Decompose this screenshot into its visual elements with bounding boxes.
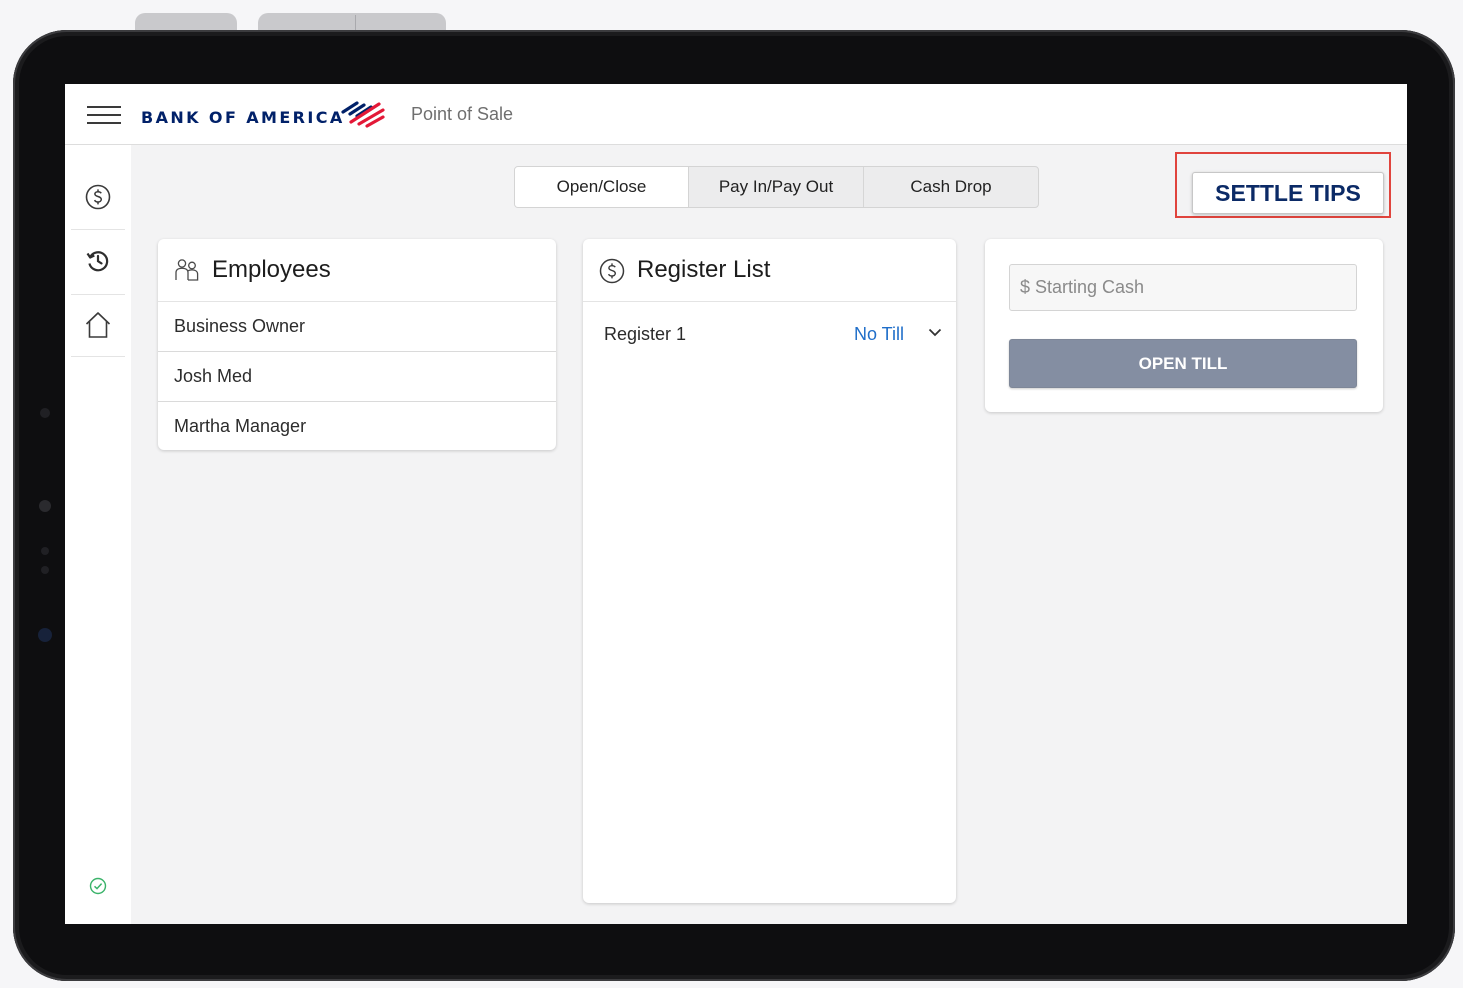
register-list-card: Register List Register 1 No Till (583, 239, 956, 903)
brand-flag-icon (341, 101, 385, 128)
dollar-circle-icon (85, 184, 111, 210)
employee-row[interactable]: Martha Manager (158, 402, 556, 451)
employee-row[interactable]: Josh Med (158, 352, 556, 402)
register-row[interactable]: Register 1 No Till (583, 302, 956, 364)
employee-row[interactable]: Business Owner (158, 302, 556, 352)
sensor-dot (41, 566, 49, 574)
employees-header: Employees (158, 239, 556, 302)
sidebar-divider (71, 356, 125, 357)
brand-logo-text: BANK OF AMERICA (141, 108, 345, 127)
history-icon (86, 251, 109, 272)
sensor-dot (40, 408, 50, 418)
check-circle-icon (89, 877, 107, 895)
employees-card: Employees Business Owner Josh Med Martha… (158, 239, 556, 450)
front-camera-lens (38, 628, 52, 642)
tab-cash-drop[interactable]: Cash Drop (864, 167, 1038, 207)
register-name: Register 1 (604, 324, 687, 344)
employee-name: Martha Manager (174, 416, 307, 436)
open-till-button[interactable]: OPEN TILL (1009, 339, 1357, 388)
employee-name: Business Owner (174, 316, 306, 336)
register-list-title: Register List (637, 256, 771, 283)
settle-tips-button[interactable]: SETTLE TIPS (1192, 172, 1384, 214)
till-tabs: Open/Close Pay In/Pay Out Cash Drop (514, 166, 1039, 208)
hamburger-menu-icon[interactable] (87, 104, 121, 124)
starting-cash-input[interactable] (1009, 264, 1357, 311)
register-status: No Till (853, 324, 904, 344)
sidebar-item-history[interactable] (71, 231, 125, 295)
sidebar-divider (71, 229, 125, 230)
people-icon (175, 259, 199, 281)
sidebar (65, 145, 131, 924)
home-icon (85, 312, 111, 338)
tab-open-close[interactable]: Open/Close (515, 167, 689, 207)
chevron-down-icon[interactable] (928, 328, 942, 337)
sensor-dot (41, 547, 49, 555)
sidebar-item-cash[interactable] (71, 165, 125, 229)
employee-name: Josh Med (174, 366, 253, 386)
employees-title: Employees (212, 256, 331, 283)
dollar-circle-icon (599, 258, 625, 284)
open-till-card: OPEN TILL (985, 239, 1383, 412)
pos-screen: BANK OF AMERICA Point of Sale Open/Close… (65, 84, 1407, 924)
app-title: Point of Sale (411, 104, 514, 124)
tab-pay-in-pay-out[interactable]: Pay In/Pay Out (689, 167, 864, 207)
top-bar: BANK OF AMERICA Point of Sale (65, 84, 1407, 145)
sidebar-item-home[interactable] (71, 295, 125, 359)
camera-dot (39, 500, 51, 512)
register-list-header: Register List (583, 239, 956, 302)
